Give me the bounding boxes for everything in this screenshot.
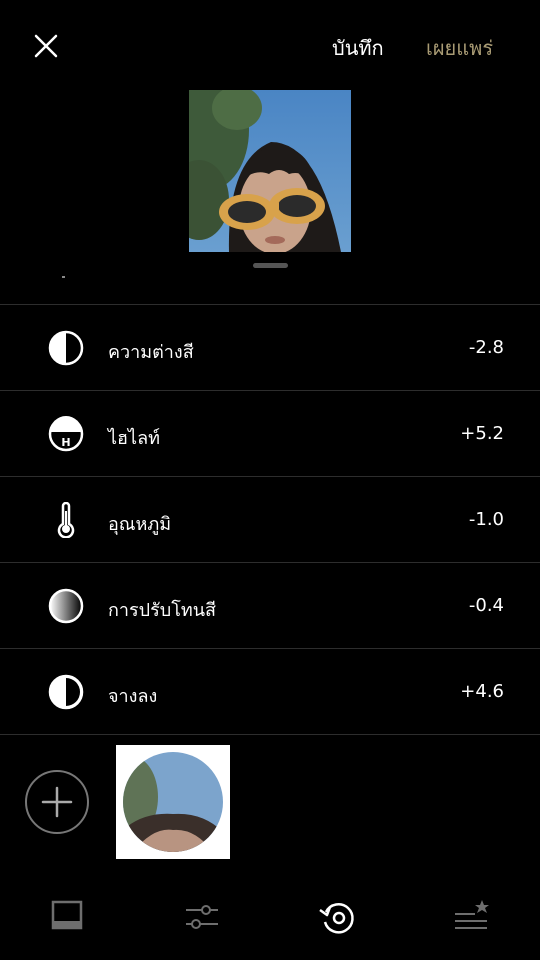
adjustment-label: จางลง [108, 686, 158, 707]
adjustment-value: -0.4 [468, 595, 504, 616]
thermometer-icon [57, 502, 75, 538]
adjustment-label: การปรับโทนสี [108, 600, 217, 621]
sliders-icon[interactable] [182, 898, 222, 938]
top-bar: บันทึก เผยแพร่ [0, 0, 540, 90]
adjustment-label: อุณหภูมิ [108, 514, 172, 535]
adjustment-row-temperature[interactable]: อุณหภูมิ -1.0 [0, 476, 540, 562]
adjustment-row-highlight[interactable]: H ไฮไลท์ +5.2 [0, 390, 540, 476]
contrast-icon [48, 330, 84, 366]
adjustment-value: +5.2 [460, 423, 504, 444]
adjustment-value: -2.8 [468, 337, 504, 358]
adjustment-label: ไฮไลท์ [108, 428, 160, 449]
publish-button[interactable]: เผยแพร่ [426, 32, 493, 64]
scroll-indicator [62, 276, 65, 278]
adjustment-value: +4.6 [460, 681, 504, 702]
adjustment-row-tone[interactable]: การปรับโทนสี -0.4 [0, 562, 540, 648]
bottom-nav [0, 880, 540, 960]
adjustment-row-contrast[interactable]: ความต่างสี -2.8 [0, 304, 540, 390]
recipe-thumbnail-image [123, 752, 223, 852]
save-button[interactable]: บันทึก [332, 32, 384, 64]
drag-handle[interactable] [253, 263, 288, 268]
plus-circle-icon[interactable] [24, 769, 90, 835]
photo-preview[interactable] [189, 90, 351, 252]
adjustment-list: ความต่างสี -2.8 H ไฮไลท์ +5.2 อุณหภูมิ -… [0, 304, 540, 735]
adjustment-row-fade[interactable]: จางลง +4.6 [0, 648, 540, 735]
recipes-icon[interactable] [451, 898, 491, 938]
highlight-icon: H [48, 416, 84, 452]
close-icon[interactable] [30, 30, 62, 62]
gradient-circle-icon [48, 588, 84, 624]
recipe-thumbnail[interactable] [116, 745, 230, 859]
adjustment-value: -1.0 [468, 509, 504, 530]
adjustment-label: ความต่างสี [108, 342, 194, 363]
svg-text:H: H [61, 436, 70, 449]
history-undo-icon[interactable] [318, 898, 358, 938]
fade-icon [48, 674, 84, 710]
presets-icon[interactable] [47, 898, 87, 938]
